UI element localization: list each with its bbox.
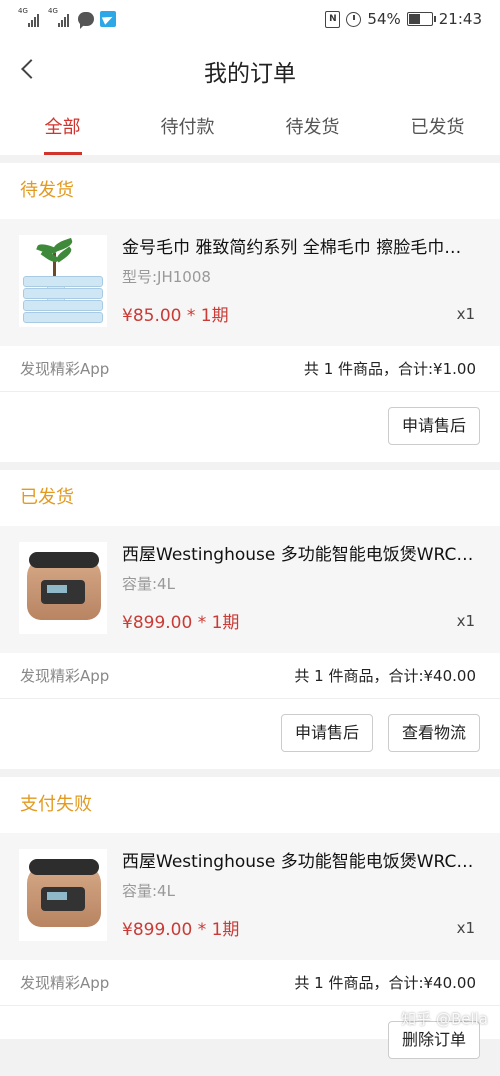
signal-icon: 4G [18,8,42,28]
product-price: ¥85.00 * 1期 [122,306,229,326]
product-quantity: x1 [456,612,475,630]
rice-cooker-image [19,849,107,941]
rice-cooker-image [19,542,107,634]
product-price: ¥899.00 * 1期 [122,613,240,633]
watermark: 知乎 @Bella [401,1010,488,1028]
order-status: 待发货 [20,180,74,201]
shop-name: 发现精彩App [20,667,110,685]
app-header: 我的订单 [0,40,500,98]
order-summary-row: 发现精彩App 共 1 件商品，合计:¥40.00 [0,653,500,699]
track-shipment-button[interactable]: 查看物流 [387,714,480,752]
shop-name: 发现精彩App [20,974,110,992]
order-status: 已发货 [20,487,74,508]
battery-icon [406,12,436,26]
order-item[interactable]: 西屋Westinghouse 多功能智能电饭煲WRC… 容量:4L ¥899.0… [0,526,500,653]
chat-icon [78,12,94,29]
after-sales-button[interactable]: 申请售后 [387,407,480,445]
product-spec: 型号:JH1008 [122,268,211,286]
page-title: 我的订单 [204,61,296,87]
order-total: 共 1 件商品，合计:¥40.00 [294,974,476,992]
product-quantity: x1 [456,919,475,937]
order-actions: 申请售后 查看物流 [0,699,500,769]
product-price: ¥899.00 * 1期 [122,920,240,940]
shop-name: 发现精彩App [20,360,110,378]
order-tabs: 全部 待付款 待发货 已发货 [0,98,500,155]
tab-pending-payment[interactable]: 待付款 [125,98,250,155]
clock: 21:43 [438,10,482,28]
after-sales-button[interactable]: 申请售后 [280,714,373,752]
order-status: 支付失败 [20,794,92,815]
order-card: 待发货 金号毛巾 雅致简约系列 全棉毛巾 擦脸毛巾… 型号:JH1008 ¥85… [0,163,500,462]
order-item[interactable]: 西屋Westinghouse 多功能智能电饭煲WRC… 容量:4L ¥899.0… [0,833,500,960]
product-title: 西屋Westinghouse 多功能智能电饭煲WRC… [122,545,474,565]
status-bar: 4G 4G N 54% 21:43 [0,0,500,40]
tab-all[interactable]: 全部 [0,98,125,155]
nfc-icon: N [325,10,341,28]
order-card: 已发货 西屋Westinghouse 多功能智能电饭煲WRC… 容量:4L ¥8… [0,470,500,769]
product-title: 西屋Westinghouse 多功能智能电饭煲WRC… [122,852,474,872]
battery-percent: 54% [367,10,401,28]
order-total: 共 1 件商品，合计:¥1.00 [303,360,476,378]
order-actions: 申请售后 [0,392,500,462]
alarm-icon [346,11,362,27]
order-item[interactable]: 金号毛巾 雅致简约系列 全棉毛巾 擦脸毛巾… 型号:JH1008 ¥85.00 … [0,219,500,346]
app-notification-icon [100,11,116,27]
product-title: 金号毛巾 雅致简约系列 全棉毛巾 擦脸毛巾… [122,238,462,258]
product-spec: 容量:4L [122,882,175,900]
order-card: 支付失败 西屋Westinghouse 多功能智能电饭煲WRC… 容量:4L ¥… [0,777,500,1059]
product-quantity: x1 [456,305,475,323]
order-total: 共 1 件商品，合计:¥40.00 [294,667,476,685]
order-summary-row: 发现精彩App 共 1 件商品，合计:¥1.00 [0,346,500,392]
order-summary-row: 发现精彩App 共 1 件商品，合计:¥40.00 [0,960,500,1006]
tab-pending-shipment[interactable]: 待发货 [250,98,375,155]
tab-shipped[interactable]: 已发货 [375,98,500,155]
product-spec: 容量:4L [122,575,175,593]
signal-icon: 4G [48,8,72,28]
towel-image [19,235,107,327]
